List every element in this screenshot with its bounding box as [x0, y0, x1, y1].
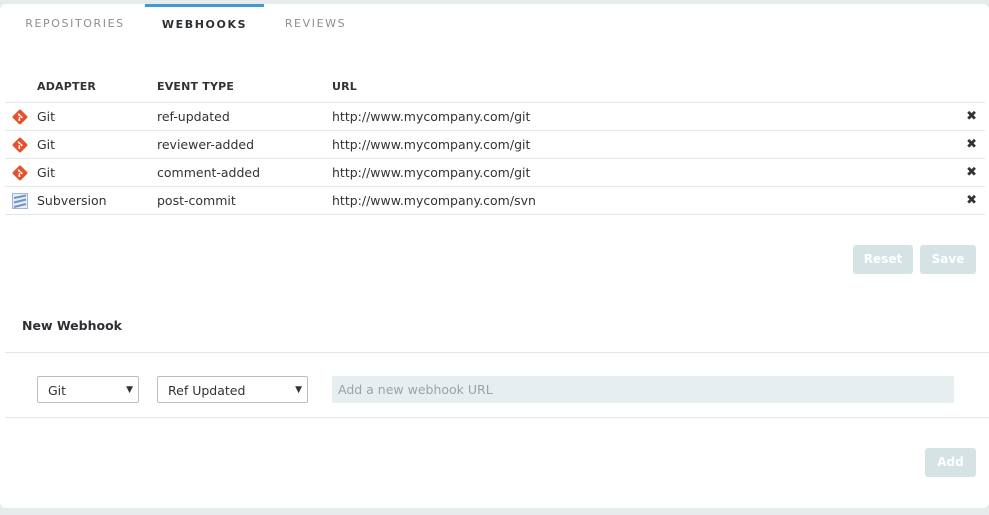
adapter-select[interactable]: Git ▼ — [37, 376, 139, 403]
adapter-cell: Git — [37, 165, 56, 180]
adapter-cell: Git — [37, 109, 56, 124]
git-icon — [12, 165, 28, 181]
adapter-cell: Git — [37, 137, 56, 152]
column-header-event-type: EVENT TYPE — [157, 80, 235, 93]
adapter-cell: Subversion — [37, 193, 107, 208]
reset-button[interactable]: Reset — [853, 245, 913, 274]
new-webhook-title: New Webhook — [22, 318, 122, 333]
url-cell: http://www.mycompany.com/svn — [332, 193, 536, 208]
save-button[interactable]: Save — [920, 245, 976, 274]
url-cell: http://www.mycompany.com/git — [332, 165, 531, 180]
adapter-select-value: Git — [48, 383, 67, 398]
event-type-select-value: Ref Updated — [168, 383, 246, 398]
remove-icon[interactable]: ✖ — [966, 131, 977, 158]
webhook-url-input[interactable] — [332, 376, 954, 403]
remove-icon[interactable]: ✖ — [966, 187, 977, 214]
git-icon — [12, 137, 28, 153]
webhooks-panel: REPOSITORIES WEBHOOKS REVIEWS ADAPTER EV… — [0, 4, 989, 508]
url-cell: http://www.mycompany.com/git — [332, 109, 531, 124]
tab-bar: REPOSITORIES WEBHOOKS REVIEWS — [0, 4, 989, 44]
git-icon — [12, 109, 28, 125]
table-row: Git ref-updated http://www.mycompany.com… — [5, 102, 985, 130]
section-divider — [5, 352, 989, 353]
remove-icon[interactable]: ✖ — [966, 103, 977, 130]
add-button[interactable]: Add — [925, 448, 976, 477]
event-type-cell: comment-added — [157, 165, 261, 180]
tab-reviews[interactable]: REVIEWS — [278, 4, 353, 42]
section-divider — [5, 417, 989, 418]
url-cell: http://www.mycompany.com/git — [332, 137, 531, 152]
subversion-icon — [12, 193, 28, 209]
remove-icon[interactable]: ✖ — [966, 159, 977, 186]
tab-webhooks[interactable]: WEBHOOKS — [145, 4, 264, 45]
column-header-adapter: ADAPTER — [37, 80, 97, 93]
tab-repositories[interactable]: REPOSITORIES — [20, 4, 130, 42]
dropdown-arrow-icon: ▼ — [126, 385, 133, 395]
column-header-url: URL — [332, 80, 358, 93]
table-row: Git reviewer-added http://www.mycompany.… — [5, 130, 985, 158]
dropdown-arrow-icon: ▼ — [295, 385, 302, 395]
table-row: Subversion post-commit http://www.mycomp… — [5, 186, 985, 215]
table-row: Git comment-added http://www.mycompany.c… — [5, 158, 985, 186]
event-type-cell: post-commit — [157, 193, 236, 208]
event-type-cell: reviewer-added — [157, 137, 255, 152]
event-type-select[interactable]: Ref Updated ▼ — [157, 376, 308, 403]
event-type-cell: ref-updated — [157, 109, 230, 124]
